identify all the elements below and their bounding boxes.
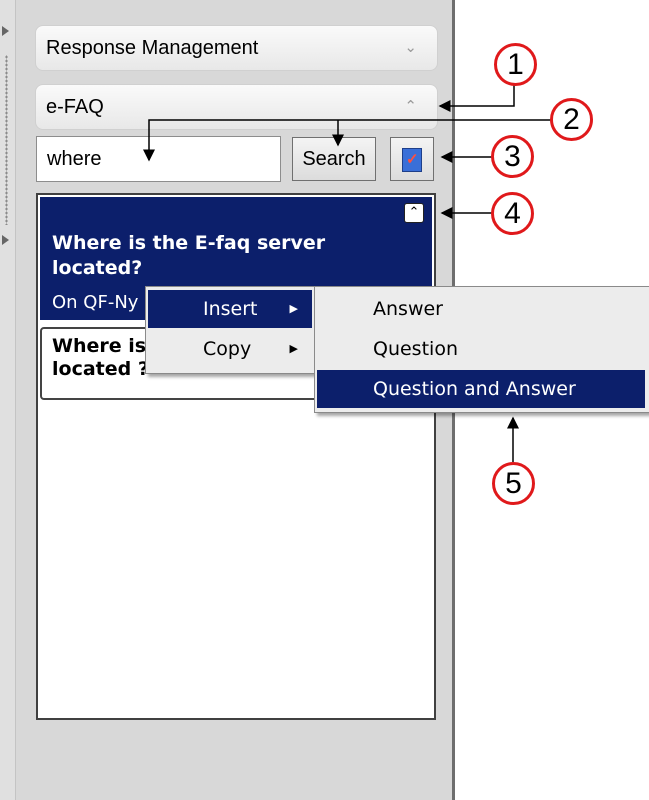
callout-1: 1 <box>494 43 537 86</box>
callout-4: 4 <box>491 192 534 235</box>
callout-3: 3 <box>491 135 534 178</box>
callout-line-1 <box>438 85 515 112</box>
callout-2: 2 <box>550 98 593 141</box>
callout-5: 5 <box>492 462 535 505</box>
